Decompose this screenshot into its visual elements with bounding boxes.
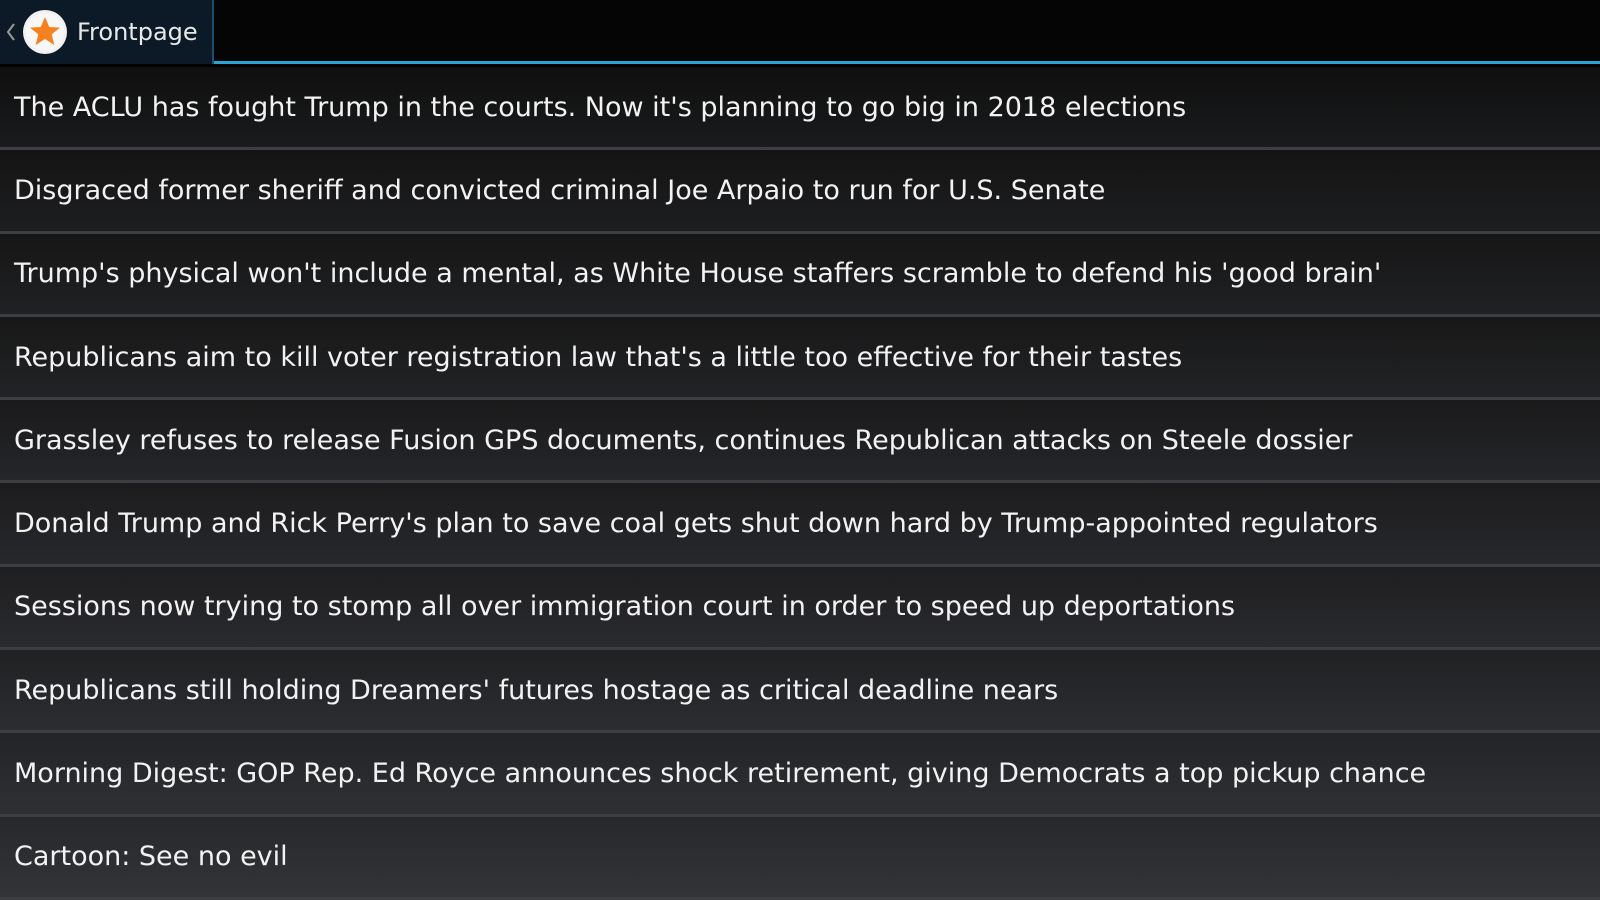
article-item[interactable]: The ACLU has fought Trump in the courts.… [0,67,1600,151]
up-navigation-button[interactable]: Frontpage [0,0,214,64]
article-list[interactable]: The ACLU has fought Trump in the courts.… [0,67,1600,900]
chevron-left-icon [5,22,17,42]
article-item[interactable]: Cartoon: See no evil [0,816,1600,900]
star-icon [26,13,64,51]
article-item[interactable]: Donald Trump and Rick Perry's plan to sa… [0,483,1600,567]
article-item[interactable]: Republicans still holding Dreamers' futu… [0,650,1600,734]
article-item[interactable]: Trump's physical won't include a mental,… [0,233,1600,317]
action-bar: Frontpage [0,0,1600,64]
article-item[interactable]: Republicans aim to kill voter registrati… [0,316,1600,401]
page-title: Frontpage [77,18,198,46]
article-item[interactable]: Grassley refuses to release Fusion GPS d… [0,400,1600,484]
app-logo [23,10,67,54]
article-item[interactable]: Morning Digest: GOP Rep. Ed Royce announ… [0,733,1600,817]
article-item[interactable]: Sessions now trying to stomp all over im… [0,566,1600,651]
app-window: Frontpage The ACLU has fought Trump in t… [0,0,1600,900]
article-item[interactable]: Disgraced former sheriff and convicted c… [0,150,1600,234]
